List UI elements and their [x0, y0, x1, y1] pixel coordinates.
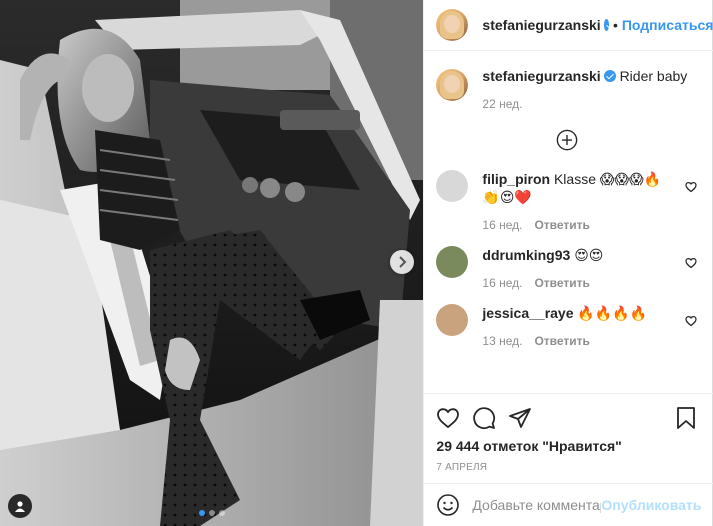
- post-caption: stefaniegurzanski Rider baby 22 нед.: [432, 65, 697, 111]
- commenter-avatar[interactable]: [436, 304, 469, 336]
- load-more-button[interactable]: [556, 129, 578, 154]
- post-photo[interactable]: [0, 0, 424, 526]
- comment-input[interactable]: [472, 497, 602, 513]
- comment-like-button[interactable]: [685, 256, 698, 272]
- author-avatar[interactable]: [432, 5, 473, 45]
- carousel-indicator: [0, 510, 423, 516]
- commenter-username[interactable]: filip_piron: [482, 171, 550, 187]
- action-icons-row: [436, 404, 697, 432]
- header-separator: •: [612, 17, 618, 33]
- comment-like-button[interactable]: [685, 314, 698, 330]
- comment-bubble-icon: [473, 407, 496, 430]
- caption-username[interactable]: stefaniegurzanski: [482, 68, 600, 84]
- likes-count[interactable]: 29 444 отметок "Нравится": [436, 438, 697, 454]
- comment-item: jessica__raye 🔥🔥🔥🔥 13 нед. Ответить: [436, 304, 698, 348]
- carousel-next-button[interactable]: [390, 250, 414, 274]
- carousel-dot: [208, 510, 215, 516]
- comment-text: 🔥🔥🔥🔥: [577, 305, 648, 321]
- comment-timestamp[interactable]: 16 нед.: [482, 276, 522, 290]
- smiley-icon: [437, 494, 460, 516]
- comments-list[interactable]: stefaniegurzanski Rider baby 22 нед. fil…: [424, 51, 713, 393]
- heart-icon: [437, 408, 460, 429]
- plus-circle-icon: [556, 129, 578, 151]
- commenter-avatar[interactable]: [436, 246, 469, 278]
- post-actions: 29 444 отметок "Нравится" 7 апреля: [424, 393, 713, 473]
- comment-text: 😍😍: [574, 247, 604, 263]
- carousel-dot: [198, 510, 205, 516]
- author-username[interactable]: stefaniegurzanski: [482, 17, 600, 33]
- commenter-avatar[interactable]: [436, 170, 469, 202]
- reply-button[interactable]: Ответить: [534, 334, 589, 348]
- heart-icon: [685, 315, 698, 327]
- commenter-username[interactable]: jessica__raye: [482, 305, 573, 321]
- carousel-dot: [218, 510, 225, 516]
- comment-item: filip_piron Klasse 😱😱😱🔥👏😍❤️ 16 нед. Ответи…: [436, 170, 698, 232]
- comment-item: ddrumking93 😍😍 16 нед. Ответить: [436, 246, 698, 290]
- post-header: stefaniegurzanski • Подписаться: [424, 0, 713, 51]
- comment-button[interactable]: [472, 406, 496, 430]
- comment-like-button[interactable]: [685, 180, 698, 196]
- load-more-comments: [436, 129, 697, 154]
- caption-timestamp[interactable]: 22 нед.: [482, 97, 522, 111]
- post-modal: stefaniegurzanski • Подписаться stefanie…: [0, 0, 713, 526]
- follow-button[interactable]: Подписаться: [622, 17, 713, 33]
- verified-badge-icon: [603, 70, 616, 82]
- comment-timestamp[interactable]: 13 нед.: [482, 334, 522, 348]
- heart-icon: [685, 181, 698, 193]
- reply-button[interactable]: Ответить: [534, 218, 589, 232]
- caption-avatar[interactable]: [432, 65, 473, 105]
- emoji-button[interactable]: [436, 493, 460, 517]
- reply-button[interactable]: Ответить: [534, 276, 589, 290]
- comment-timestamp[interactable]: 16 нед.: [482, 218, 522, 232]
- paper-plane-icon: [509, 408, 532, 428]
- post-date[interactable]: 7 апреля: [436, 462, 697, 473]
- chevron-right-icon: [399, 256, 407, 268]
- commenter-username[interactable]: ddrumking93: [482, 247, 570, 263]
- heart-icon: [685, 257, 698, 269]
- verified-badge-icon: [603, 19, 609, 31]
- post-sidebar: stefaniegurzanski • Подписаться stefanie…: [423, 0, 713, 526]
- save-button[interactable]: [675, 406, 697, 430]
- share-button[interactable]: [508, 406, 532, 430]
- photo-image: [0, 0, 424, 526]
- like-button[interactable]: [436, 406, 460, 430]
- caption-text: Rider baby: [619, 68, 688, 84]
- publish-button[interactable]: Опубликовать: [601, 497, 701, 513]
- comment-composer: Опубликовать: [424, 483, 713, 526]
- bookmark-icon: [677, 407, 696, 429]
